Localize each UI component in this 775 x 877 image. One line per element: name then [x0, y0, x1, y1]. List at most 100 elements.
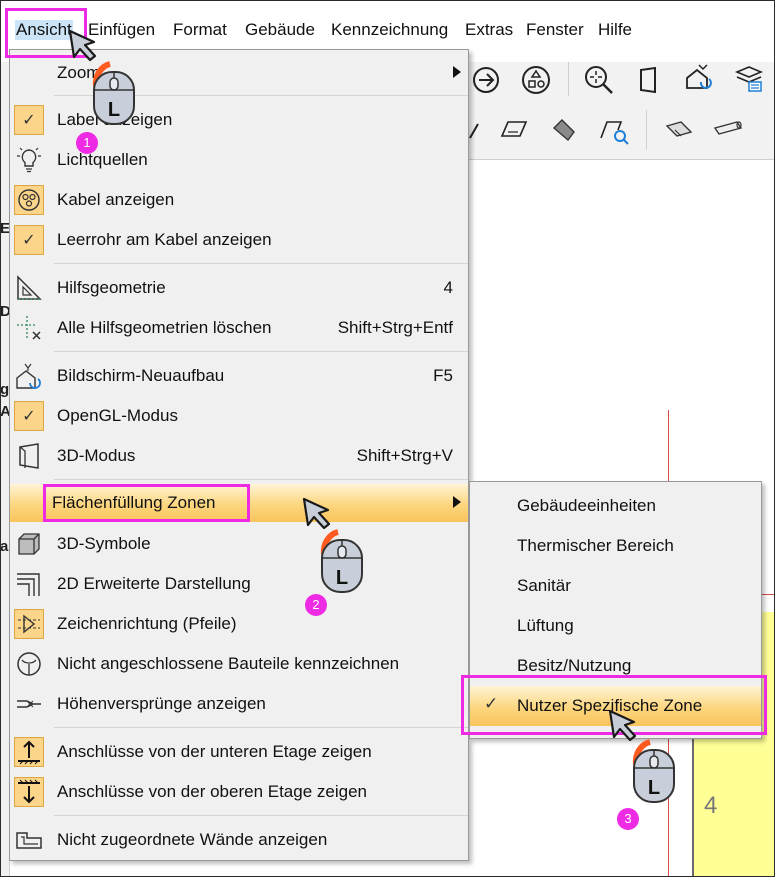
delete-guides-icon	[17, 316, 41, 340]
menu-item-label: Nicht zugeordnete Wände anzeigen	[57, 830, 328, 849]
3d-symbol-icon	[18, 533, 40, 555]
arrow-circle-icon[interactable]	[470, 64, 502, 96]
menu-item-label: Alle Hilfsgeometrien löschen	[57, 318, 272, 337]
menu-item-hoehenversprunge[interactable]: Höhenversprünge anzeigen	[10, 685, 468, 723]
menu-item-label: Bildschirm-Neuaufbau	[57, 366, 225, 385]
floor-above-icon	[14, 777, 44, 807]
menu-item-label: Leerrohr am Kabel anzeigen	[57, 230, 272, 249]
step-badge-1: 1	[76, 132, 98, 154]
menu-format[interactable]: Format	[173, 20, 227, 40]
layers-list-icon[interactable]	[733, 62, 765, 94]
check-icon: ✓	[14, 225, 44, 255]
submenu-item-label: Sanitär	[517, 576, 571, 595]
submenu-item-lueftung[interactable]: Lüftung	[470, 606, 761, 646]
toolbar	[468, 48, 774, 160]
step-badge-3: 3	[617, 808, 639, 830]
cursor-arrow-icon	[302, 497, 331, 530]
menu-item-label: 3D-Symbole	[57, 534, 151, 553]
menu-item-bildschirm-neuaufbau[interactable]: Bildschirm-Neuaufbau F5	[10, 357, 468, 395]
submenu-item-gebaeudeeinheiten[interactable]: Gebäudeeinheiten	[470, 486, 761, 526]
pipe-tool-icon[interactable]	[713, 114, 745, 146]
menu-item-opengl-modus[interactable]: ✓ OpenGL-Modus	[10, 397, 468, 435]
mouse-button-letter: L	[648, 777, 660, 799]
check-icon: ✓	[484, 694, 499, 713]
menu-item-label: OpenGL-Modus	[57, 406, 178, 425]
menu-item-flaechenfuellung-zonen[interactable]: Flächenfüllung Zonen	[10, 484, 468, 522]
unassigned-walls-icon	[16, 832, 42, 849]
menu-item-hilfsgeometrien-loeschen[interactable]: Alle Hilfsgeometrien löschen Shift+Strg+…	[10, 309, 468, 347]
unconnected-icon	[17, 652, 41, 676]
menu-item-3d-symbole[interactable]: 3D-Symbole	[10, 525, 468, 563]
submenu-item-besitz-nutzung[interactable]: Besitz/Nutzung	[470, 646, 761, 686]
menu-item-label: Zeichenrichtung (Pfeile)	[57, 614, 237, 633]
menu-item-zeichenrichtung[interactable]: Zeichenrichtung (Pfeile)	[10, 605, 468, 643]
submenu-arrow-icon	[453, 496, 461, 508]
menu-item-label: Flächenfüllung Zonen	[52, 493, 216, 512]
menu-item-label: Höhenversprünge anzeigen	[57, 694, 266, 713]
mouse-left-click-icon: L	[320, 529, 363, 593]
menu-item-nicht-zugeordnete-waende[interactable]: Nicht zugeordnete Wände anzeigen	[10, 821, 468, 859]
menu-ansicht[interactable]: Ansicht	[15, 20, 73, 40]
triangle-tool-icon[interactable]	[468, 114, 500, 146]
menu-item-label: Kabel anzeigen	[57, 190, 175, 209]
menu-item-label: Anschlüsse von der unteren Etage zeigen	[57, 742, 372, 761]
menu-hilfe[interactable]: Hilfe	[598, 20, 632, 40]
mouse-button-letter: L	[108, 99, 120, 121]
submenu-item-label: Thermischer Bereich	[517, 536, 674, 555]
submenu-item-label: Lüftung	[517, 616, 574, 635]
menu-item-label: Lichtquellen	[57, 150, 148, 169]
menu-extras[interactable]: Extras	[465, 20, 513, 40]
height-offset-icon	[17, 700, 41, 708]
menu-fenster[interactable]: Fenster	[526, 20, 584, 40]
shapes-circle-icon[interactable]	[520, 64, 552, 96]
zoom-target-icon[interactable]	[583, 64, 615, 96]
check-icon: ✓	[14, 105, 44, 135]
plan-sheet-icon[interactable]	[663, 114, 695, 146]
step-badge-2: 2	[305, 594, 327, 616]
menu-item-label: Nicht angeschlossene Bauteile kennzeichn…	[57, 654, 400, 673]
cube-3d-icon	[19, 443, 39, 469]
menu-item-leerrohr[interactable]: ✓ Leerrohr am Kabel anzeigen	[10, 221, 468, 259]
menu-item-label: Hilfsgeometrie	[57, 278, 166, 297]
floor-below-icon	[14, 737, 44, 767]
direction-arrow-icon	[14, 609, 44, 639]
cursor-arrow-icon	[608, 709, 637, 742]
cable-icon	[14, 185, 44, 215]
ansicht-dropdown-menu: Zoom ✓ Label anzeigen Lichtquellen Kabel…	[9, 49, 469, 861]
area-search-icon[interactable]	[598, 114, 630, 146]
menu-gebaeude[interactable]: Gebäude	[245, 20, 315, 40]
menu-item-hilfsgeometrie[interactable]: Hilfsgeometrie 4	[10, 269, 468, 307]
menu-item-shortcut: 4	[443, 278, 453, 297]
lightbulb-icon	[17, 147, 41, 173]
submenu-item-label: Besitz/Nutzung	[517, 656, 632, 675]
submenu-arrow-icon	[453, 66, 461, 78]
menu-item-label: 2D Erweiterte Darstellung	[57, 574, 251, 593]
set-square-icon	[17, 275, 42, 300]
2d-extended-icon	[17, 573, 40, 596]
menu-item-nicht-angeschlossene-bauteile[interactable]: Nicht angeschlossene Bauteile kennzeichn…	[10, 645, 468, 683]
menu-item-2d-erweiterte-darstellung[interactable]: 2D Erweiterte Darstellung	[10, 565, 468, 603]
redraw-icon	[16, 363, 41, 389]
menu-item-shortcut: Shift+Strg+Entf	[337, 318, 453, 337]
flaechenfuellung-submenu: Gebäudeeinheiten Thermischer Bereich San…	[469, 481, 762, 739]
menu-kennzeichnung[interactable]: Kennzeichnung	[331, 20, 448, 40]
slope-tool-icon[interactable]	[498, 114, 530, 146]
submenu-item-label: Gebäudeeinheiten	[517, 496, 656, 515]
mouse-left-click-icon: L	[92, 61, 135, 125]
menu-item-label-anzeigen[interactable]: ✓ Label anzeigen	[10, 101, 468, 139]
check-icon: ✓	[14, 401, 44, 431]
left-panel-char: g	[0, 381, 10, 398]
menu-item-shortcut: Shift+Strg+V	[356, 446, 453, 465]
cursor-arrow-icon	[68, 29, 97, 62]
left-panel-char: a	[0, 538, 9, 555]
redraw-house-icon[interactable]	[683, 62, 715, 94]
submenu-item-thermischer-bereich[interactable]: Thermischer Bereich	[470, 526, 761, 566]
menu-item-anschluesse-untere-etage[interactable]: Anschlüsse von der unteren Etage zeigen	[10, 733, 468, 771]
menu-item-label: 3D-Modus	[57, 446, 136, 465]
roof-surface-icon[interactable]	[548, 114, 580, 146]
submenu-item-sanitaer[interactable]: Sanitär	[470, 566, 761, 606]
menu-item-kabel-anzeigen[interactable]: Kabel anzeigen	[10, 181, 468, 219]
cube-view-icon[interactable]	[633, 64, 665, 96]
menu-item-anschluesse-obere-etage[interactable]: Anschlüsse von der oberen Etage zeigen	[10, 773, 468, 811]
menu-item-3d-modus[interactable]: 3D-Modus Shift+Strg+V	[10, 437, 468, 475]
